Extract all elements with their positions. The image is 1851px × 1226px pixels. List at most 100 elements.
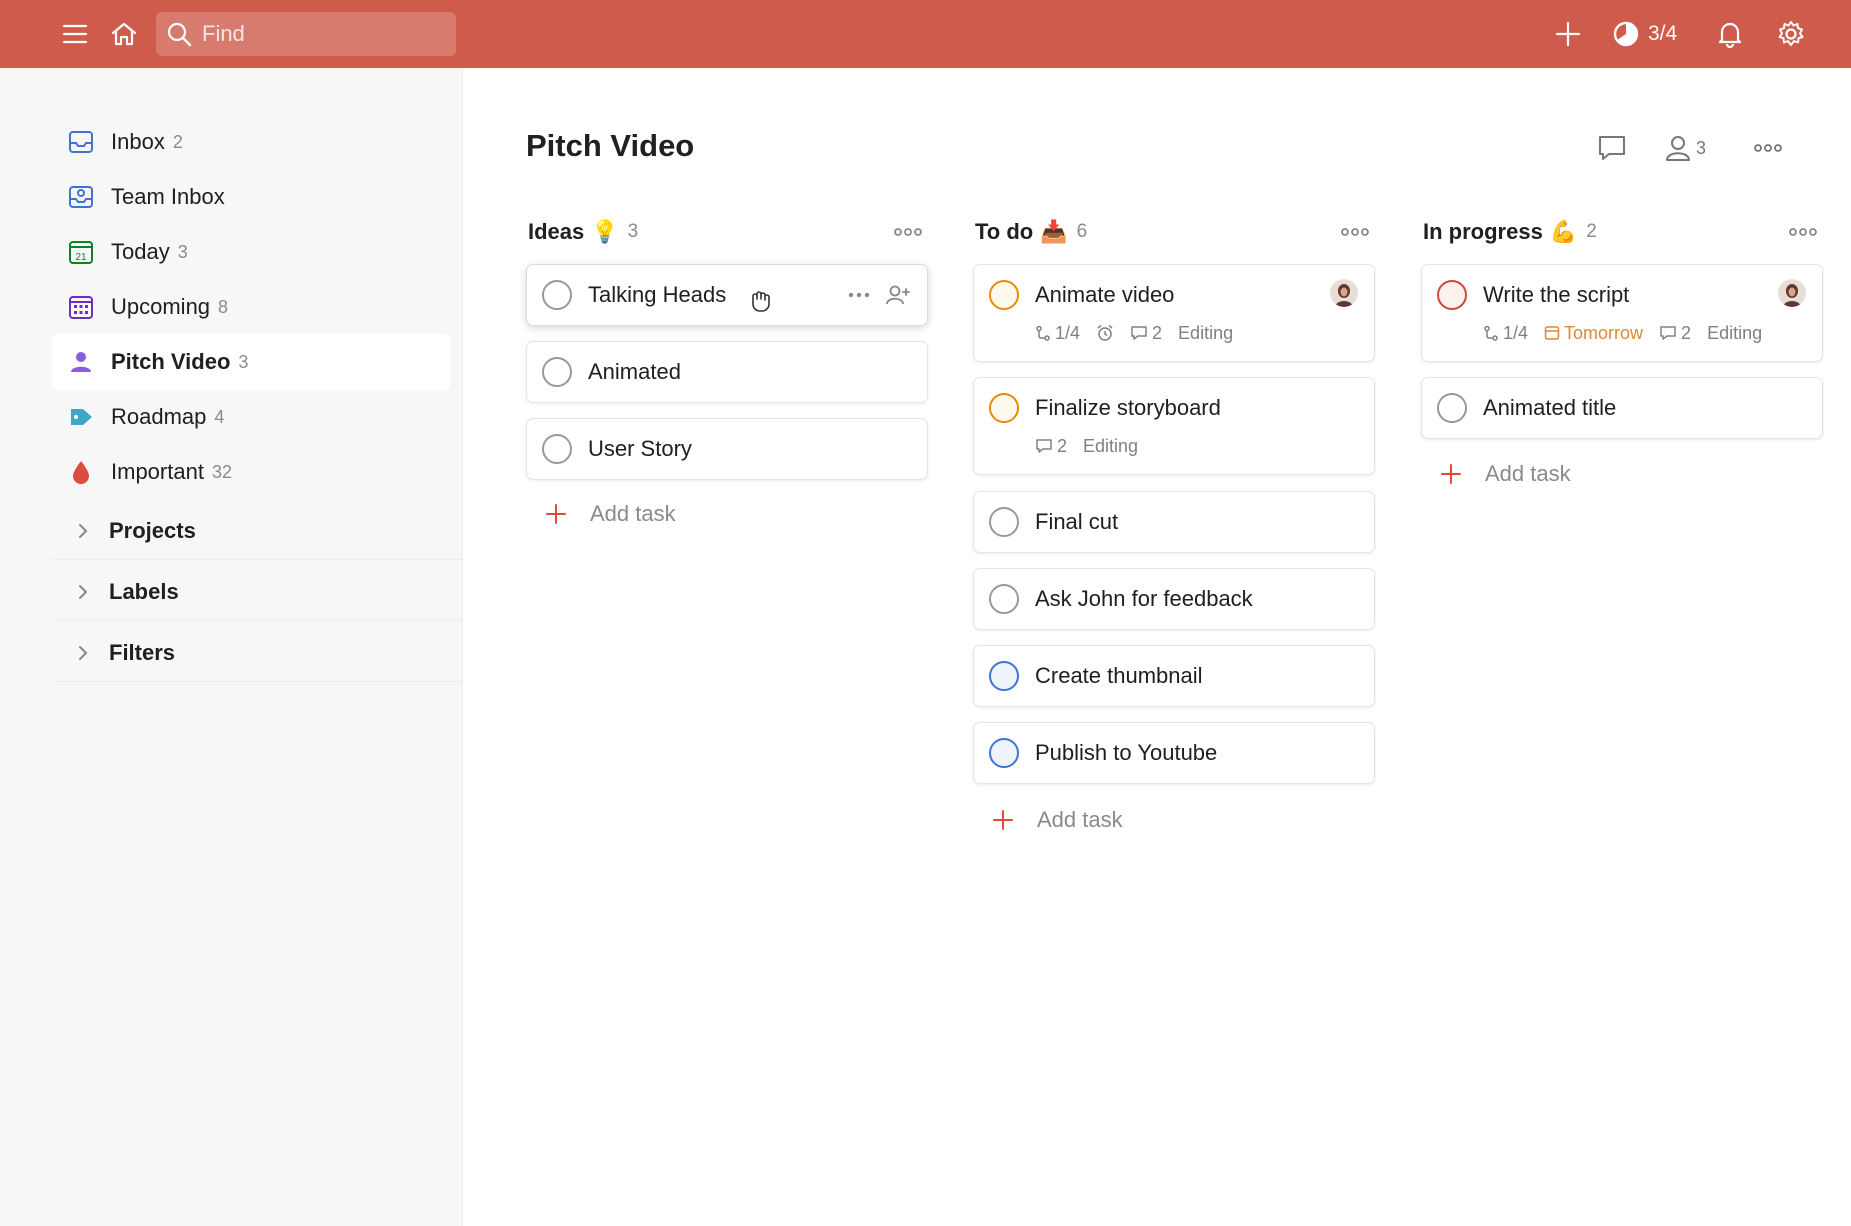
- calendar-today-icon: 21: [59, 230, 103, 274]
- sidebar-item-count: 3: [238, 351, 249, 372]
- task-label[interactable]: Editing: [1083, 436, 1138, 457]
- bell-icon[interactable]: [1710, 14, 1750, 54]
- alarm-clock-icon: [1096, 324, 1114, 342]
- task-checkbox[interactable]: [1437, 280, 1467, 310]
- sidebar-section-projects[interactable]: Projects: [52, 502, 462, 560]
- column-header: In progress 💪 2: [1421, 210, 1823, 254]
- column-count: 2: [1586, 221, 1597, 242]
- sidebar-item-roadmap[interactable]: Roadmap 4: [52, 389, 450, 445]
- task-title: Publish to Youtube: [1035, 740, 1218, 765]
- task-checkbox[interactable]: [989, 507, 1019, 537]
- task-card[interactable]: Animated: [526, 341, 928, 403]
- due-date-label: Tomorrow: [1564, 322, 1644, 343]
- sidebar-section-filters[interactable]: Filters: [52, 624, 462, 682]
- column-count: 3: [627, 221, 639, 242]
- svg-text:21: 21: [75, 252, 87, 263]
- more-options-button[interactable]: [1746, 126, 1790, 170]
- sidebar-item-count: 32: [211, 461, 232, 482]
- task-card[interactable]: Finalize storyboard 2 Editing: [973, 377, 1375, 475]
- task-label[interactable]: Editing: [1707, 323, 1762, 344]
- add-task-label: Add task: [1485, 461, 1571, 486]
- sidebar-item-label: Pitch Video: [111, 349, 231, 374]
- chevron-right-icon[interactable]: [61, 631, 105, 675]
- sidebar-item-important[interactable]: Important 32: [52, 444, 450, 500]
- task-card[interactable]: Final cut: [973, 491, 1375, 553]
- task-checkbox[interactable]: [1437, 393, 1467, 423]
- home-icon[interactable]: [104, 14, 144, 54]
- gear-icon[interactable]: [1771, 14, 1811, 54]
- task-title: Finalize storyboard: [1035, 395, 1221, 420]
- column-more-icon[interactable]: [888, 212, 928, 252]
- due-date[interactable]: Tomorrow: [1544, 323, 1643, 344]
- task-checkbox[interactable]: [989, 584, 1019, 614]
- quick-add-plus-icon[interactable]: [1548, 14, 1588, 54]
- task-card[interactable]: Publish to Youtube: [973, 722, 1375, 784]
- lightbulb-icon: 💡: [591, 219, 619, 244]
- search-input[interactable]: [202, 21, 442, 47]
- sidebar-section-labels[interactable]: Labels: [52, 563, 462, 621]
- search-bar[interactable]: [156, 12, 456, 56]
- column-more-icon[interactable]: [1335, 212, 1375, 252]
- task-card[interactable]: Ask John for feedback: [973, 568, 1375, 630]
- comment-icon: [1130, 325, 1148, 341]
- comment-count-group: 2: [1659, 323, 1691, 344]
- share-button[interactable]: 3: [1660, 126, 1710, 170]
- task-card[interactable]: Write the script 1/4 Tomorrow 2 Editing: [1421, 264, 1823, 362]
- task-meta: 1/4 Tomorrow 2 Editing: [1483, 320, 1762, 346]
- sidebar-item-pitch-video[interactable]: Pitch Video 3: [52, 334, 450, 390]
- task-card[interactable]: User Story: [526, 418, 928, 480]
- plus-icon: [536, 494, 576, 534]
- task-title: Animated: [588, 359, 681, 384]
- task-checkbox[interactable]: [989, 280, 1019, 310]
- task-title: Create thumbnail: [1035, 663, 1203, 688]
- task-checkbox[interactable]: [989, 393, 1019, 423]
- comments-button[interactable]: [1590, 126, 1634, 170]
- chevron-right-icon[interactable]: [61, 509, 105, 553]
- task-checkbox[interactable]: [989, 661, 1019, 691]
- sidebar-item-today[interactable]: 21 Today 3: [52, 224, 450, 280]
- task-title: Animated title: [1483, 395, 1617, 420]
- subtask-icon: [1483, 325, 1499, 341]
- add-task-button[interactable]: Add task: [526, 492, 928, 536]
- comment-count: 2: [1681, 322, 1692, 343]
- sidebar-item-team-inbox[interactable]: Team Inbox: [52, 169, 450, 225]
- task-checkbox[interactable]: [542, 280, 572, 310]
- person-icon: [59, 340, 103, 384]
- add-task-button[interactable]: Add task: [973, 798, 1375, 842]
- task-card[interactable]: Animate video 1/4 2 Editing: [973, 264, 1375, 362]
- add-task-button[interactable]: Add task: [1421, 452, 1823, 496]
- task-checkbox[interactable]: [542, 434, 572, 464]
- task-meta: 2 Editing: [1035, 433, 1138, 459]
- sidebar-item-label: Roadmap: [111, 404, 207, 429]
- sidebar-item-inbox[interactable]: Inbox 2: [52, 114, 450, 170]
- karma-icon: [1612, 20, 1640, 48]
- menu-icon[interactable]: [55, 14, 95, 54]
- task-checkbox[interactable]: [989, 738, 1019, 768]
- column-more-icon[interactable]: [1783, 212, 1823, 252]
- sidebar-item-label: Important: [111, 459, 204, 484]
- sidebar-item-label: Team Inbox: [111, 184, 225, 209]
- assign-person-icon[interactable]: [882, 279, 914, 311]
- task-label[interactable]: Editing: [1178, 323, 1233, 344]
- column-title: To do: [975, 219, 1034, 244]
- board-column-ideas: Ideas 💡 3 Talking Heads Animated User St…: [526, 210, 928, 526]
- chevron-right-icon[interactable]: [61, 570, 105, 614]
- karma-progress[interactable]: 3/4: [1612, 14, 1677, 54]
- task-card[interactable]: Create thumbnail: [973, 645, 1375, 707]
- subtask-progress: 1/4: [1035, 323, 1080, 344]
- task-card[interactable]: Talking Heads: [526, 264, 928, 326]
- sidebar-item-upcoming[interactable]: Upcoming 8: [52, 279, 450, 335]
- assignee-avatar: [1330, 279, 1358, 307]
- task-card[interactable]: Animated title: [1421, 377, 1823, 439]
- plus-icon: [1431, 454, 1471, 494]
- top-bar: 3/4: [0, 0, 1851, 68]
- column-header: To do 📥 6: [973, 210, 1375, 254]
- more-horizontal-icon[interactable]: [843, 279, 875, 311]
- sidebar: Inbox 2 Team Inbox 21 Today 3 Upcoming 8…: [0, 68, 463, 1226]
- task-title: Final cut: [1035, 509, 1119, 534]
- task-checkbox[interactable]: [542, 357, 572, 387]
- section-label: Filters: [109, 639, 176, 665]
- column-count: 6: [1076, 221, 1088, 242]
- subtask-count: 1/4: [1055, 322, 1081, 343]
- calendar-upcoming-icon: [59, 285, 103, 329]
